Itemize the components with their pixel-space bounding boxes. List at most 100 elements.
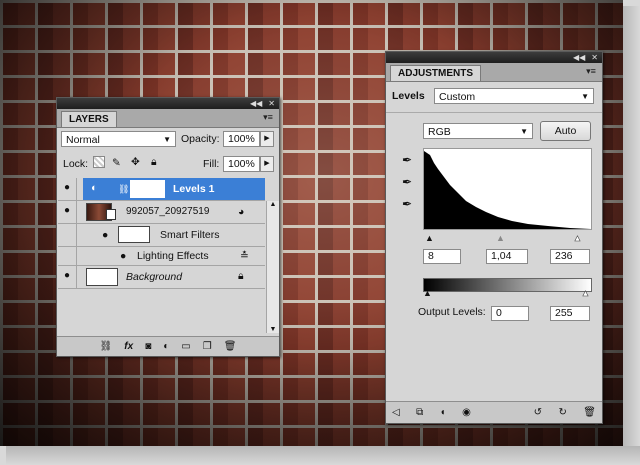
filter-options-icon[interactable]: ≛ bbox=[240, 249, 249, 263]
eyedropper-white-icon[interactable]: ✒ bbox=[400, 196, 414, 212]
channel-select[interactable]: RGB ▼ bbox=[423, 123, 533, 139]
output-levels-label: Output Levels: bbox=[418, 306, 486, 318]
back-arrow-icon[interactable]: ◁ bbox=[392, 407, 400, 418]
lock-label: Lock: bbox=[63, 158, 89, 170]
input-black-field[interactable]: 8 bbox=[423, 249, 461, 264]
eye-icon[interactable]: ◉ bbox=[462, 407, 471, 418]
adjustment-layer-icon[interactable]: ◐ bbox=[163, 341, 169, 352]
blend-mode-value: Normal bbox=[66, 134, 100, 146]
white-point-slider[interactable]: ▲ bbox=[573, 233, 583, 244]
fill-input[interactable]: 100% bbox=[223, 156, 260, 172]
output-slider-track[interactable]: ▲ ▲ bbox=[423, 288, 591, 299]
layer-row-levels[interactable]: ● ◐ ⛓︎ Levels 1 bbox=[58, 178, 265, 201]
empty-eye-slot bbox=[58, 247, 77, 265]
chevron-down-icon: ▼ bbox=[581, 92, 589, 101]
eye-icon[interactable]: ● bbox=[120, 249, 126, 263]
channel-value: RGB bbox=[428, 126, 451, 138]
input-gamma-field[interactable]: 1,04 bbox=[486, 249, 528, 264]
trash-icon[interactable]: 🗑︎ bbox=[583, 407, 596, 418]
add-mask-icon[interactable]: ◙ bbox=[145, 341, 151, 352]
divider bbox=[386, 112, 602, 113]
layer-thumbnail bbox=[86, 268, 118, 286]
layer-name: Lighting Effects bbox=[137, 250, 209, 262]
expand-view-icon[interactable]: ⧉ bbox=[416, 407, 423, 418]
tab-layers[interactable]: LAYERS bbox=[61, 111, 117, 127]
group-folder-icon[interactable]: ▭ bbox=[181, 341, 190, 352]
reset-icon[interactable]: ↻ bbox=[558, 407, 566, 418]
collapse-icon[interactable]: ◀◀ bbox=[250, 99, 262, 108]
panel-menu-icon[interactable]: ▾≡ bbox=[261, 112, 275, 123]
close-icon[interactable]: ✕ bbox=[268, 99, 275, 108]
preset-value: Custom bbox=[439, 91, 476, 103]
canvas-shadow-right bbox=[623, 6, 640, 465]
clip-to-layer-icon[interactable]: ◖ bbox=[440, 407, 446, 418]
opacity-label: Opacity: bbox=[181, 133, 220, 145]
layer-name: Background bbox=[126, 271, 183, 283]
eyedropper-gray-icon[interactable]: ✒ bbox=[400, 174, 414, 190]
fx-icon[interactable]: fx bbox=[124, 341, 133, 352]
canvas-shadow-bottom bbox=[6, 446, 640, 465]
lock-transparent-icon[interactable] bbox=[93, 156, 105, 168]
move-icon[interactable]: ✥ bbox=[131, 155, 140, 169]
panel-titlebar[interactable]: ◀◀ ✕ bbox=[386, 52, 602, 63]
smart-object-icon bbox=[106, 209, 116, 220]
scroll-down-icon[interactable]: ▼ bbox=[267, 326, 279, 333]
histogram-graph bbox=[424, 151, 591, 229]
layer-name: Levels 1 bbox=[173, 183, 215, 195]
blend-mode-select[interactable]: Normal ▼ bbox=[61, 131, 176, 147]
eye-icon[interactable]: ● bbox=[58, 178, 77, 200]
trash-icon[interactable]: 🗑︎ bbox=[224, 341, 237, 352]
adjustments-panel: ◀◀ ✕ ADJUSTMENTS ▾≡ Levels Custom ▼ RGB ▼… bbox=[385, 51, 603, 424]
opacity-input[interactable]: 100% bbox=[223, 131, 260, 147]
brush-icon[interactable]: ✎ bbox=[112, 156, 121, 170]
layer-name: 992057_20927519 bbox=[126, 206, 210, 217]
lock-icon[interactable]: 🔒︎ bbox=[151, 155, 157, 169]
eye-icon[interactable]: ● bbox=[58, 201, 77, 223]
adjustments-toolbar: ◁ ⧉ ◖ ◉ ↺ ↻ 🗑︎ bbox=[386, 401, 602, 423]
layers-panel: ◀◀ ✕ LAYERS ▾≡ Normal ▼ Opacity: 100% ▶ L… bbox=[56, 97, 280, 357]
layer-name: Smart Filters bbox=[160, 229, 220, 241]
new-layer-icon[interactable]: ❐ bbox=[203, 341, 212, 352]
smart-filter-badge-icon: ◕ bbox=[238, 206, 245, 218]
chevron-down-icon: ▼ bbox=[163, 135, 171, 144]
output-black-field[interactable]: 0 bbox=[491, 306, 529, 321]
adjustment-icon: ◐ bbox=[91, 182, 98, 194]
layer-mask-thumbnail bbox=[130, 180, 165, 198]
scroll-up-icon[interactable]: ▲ bbox=[267, 201, 279, 208]
fill-label: Fill: bbox=[203, 158, 220, 170]
layers-scrollbar[interactable]: ▲ ▼ bbox=[266, 201, 279, 333]
filter-mask-thumbnail bbox=[118, 226, 150, 243]
chain-icon[interactable]: ⛓︎ bbox=[118, 182, 129, 196]
view-previous-icon[interactable]: ↺ bbox=[534, 407, 542, 418]
empty-eye-slot bbox=[58, 224, 77, 246]
layer-row-smart-filters[interactable]: ● Smart Filters bbox=[58, 224, 265, 247]
tab-adjustments[interactable]: ADJUSTMENTS bbox=[390, 65, 482, 81]
lock-icon: 🔒︎ bbox=[238, 270, 244, 282]
black-point-slider[interactable]: ▲ bbox=[425, 233, 434, 243]
eye-icon[interactable]: ● bbox=[102, 228, 108, 242]
layer-row-lighting-effects[interactable]: ● Lighting Effects ≛ bbox=[58, 247, 265, 266]
gamma-slider[interactable]: ▲ bbox=[496, 233, 505, 243]
collapse-icon[interactable]: ◀◀ bbox=[573, 53, 585, 62]
layer-row-photo[interactable]: ● 992057_20927519 ◕ bbox=[58, 201, 265, 224]
input-white-field[interactable]: 236 bbox=[550, 249, 590, 264]
layer-row-background[interactable]: ● Background 🔒︎ bbox=[58, 266, 265, 289]
link-layers-icon[interactable]: ⛓︎ bbox=[100, 341, 113, 352]
adjustment-title: Levels bbox=[392, 90, 425, 102]
close-icon[interactable]: ✕ bbox=[591, 53, 598, 62]
fill-stepper[interactable]: ▶ bbox=[260, 156, 274, 172]
preset-select[interactable]: Custom ▼ bbox=[434, 88, 594, 104]
histogram bbox=[423, 148, 592, 230]
eye-icon[interactable]: ● bbox=[58, 266, 77, 288]
opacity-stepper[interactable]: ▶ bbox=[260, 131, 274, 147]
chevron-down-icon: ▼ bbox=[520, 127, 528, 136]
eyedropper-black-icon[interactable]: ✒ bbox=[400, 152, 414, 168]
input-slider-track[interactable]: ▲ ▲ ▲ bbox=[423, 233, 590, 244]
auto-button[interactable]: Auto bbox=[540, 121, 591, 141]
output-black-slider[interactable]: ▲ bbox=[423, 288, 432, 298]
output-white-slider[interactable]: ▲ bbox=[581, 288, 591, 299]
output-white-field[interactable]: 255 bbox=[550, 306, 590, 321]
panel-menu-icon[interactable]: ▾≡ bbox=[584, 66, 598, 77]
layers-toolbar: ⛓︎ fx ◙ ◐ ▭ ❐ 🗑︎ bbox=[57, 336, 279, 356]
panel-titlebar[interactable]: ◀◀ ✕ bbox=[57, 98, 279, 109]
